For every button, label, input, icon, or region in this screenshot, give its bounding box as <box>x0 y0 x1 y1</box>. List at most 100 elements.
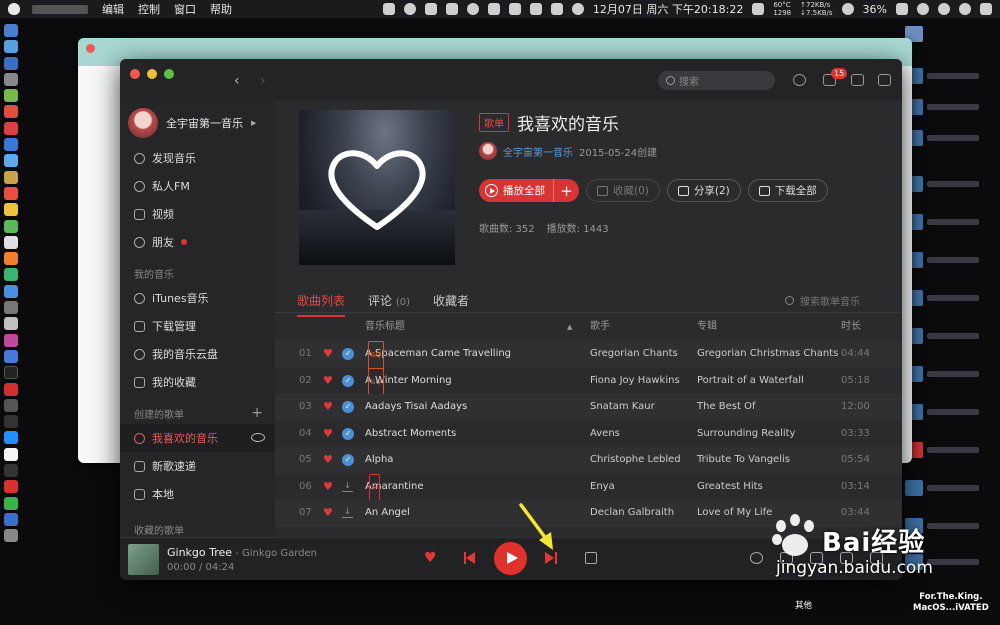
sidebar-item-local[interactable]: 本地 <box>120 480 275 508</box>
share-button[interactable]: 分享(2) <box>666 179 741 202</box>
dock-app-icon[interactable] <box>4 89 18 103</box>
song-artist[interactable]: Snatam Kaur <box>590 394 655 420</box>
liked-heart-icon[interactable]: ♥ <box>323 474 333 500</box>
desktop-item[interactable] <box>905 130 979 146</box>
song-album[interactable]: Portrait of a Waterfall <box>697 368 804 394</box>
dock-app-icon[interactable] <box>4 398 18 412</box>
finder-icon[interactable] <box>4 24 18 37</box>
creator-name-link[interactable]: 全宇宙第一音乐 <box>503 144 573 159</box>
desktop-item[interactable] <box>905 68 979 84</box>
dock-app-icon[interactable] <box>4 138 18 152</box>
sort-arrow-icon[interactable]: ▲ <box>567 314 572 340</box>
header-title[interactable]: 音乐标题 <box>365 314 405 340</box>
status-icon-5[interactable] <box>466 3 479 15</box>
dock-app-icon[interactable] <box>4 40 18 54</box>
liked-heart-icon[interactable]: ♥ <box>323 421 333 447</box>
desktop-item[interactable] <box>905 290 979 306</box>
song-album[interactable]: Tribute To Vangelis <box>697 447 790 473</box>
status-icon-8[interactable] <box>550 3 563 15</box>
like-heart-icon[interactable]: ♥ <box>424 550 437 566</box>
table-row[interactable]: 02 ♥ ✓ A Winter Morning SQ Fiona Joy Hawkins P… <box>275 367 902 396</box>
sidebar-item-downloads[interactable]: 下载管理 <box>120 312 275 340</box>
dock-app-icon[interactable] <box>4 186 18 200</box>
sidebar-item-discover[interactable]: 发现音乐 <box>120 144 275 172</box>
mv-play-icon[interactable]: ▶ <box>369 473 380 502</box>
liked-heart-icon[interactable]: ♥ <box>323 394 333 420</box>
dock-app-icon[interactable] <box>4 284 18 298</box>
sidebar-item-itunes[interactable]: iTunes音乐 <box>120 284 275 312</box>
dock-app-icon[interactable] <box>4 268 18 282</box>
chevron-right-icon[interactable]: ▶ <box>251 119 256 127</box>
sidebar-item-favorites[interactable]: 我的收藏 <box>120 368 275 396</box>
sidebar-item-video[interactable]: 视频 <box>120 200 275 228</box>
status-icon-9[interactable] <box>571 3 584 15</box>
add-playlist-icon[interactable]: + <box>251 405 263 421</box>
song-artist[interactable]: Gregorian Chants <box>590 341 678 367</box>
notification-center-icon[interactable] <box>980 3 992 15</box>
dock-app-icon[interactable] <box>4 464 18 478</box>
menu-control[interactable]: 控制 <box>138 1 160 17</box>
play-all-button[interactable]: 播放全部 <box>479 179 553 202</box>
liked-heart-icon[interactable]: ♥ <box>323 447 333 473</box>
back-arrow-icon[interactable]: ‹ <box>234 73 240 89</box>
dock-app-icon[interactable] <box>4 170 18 184</box>
menu-help[interactable]: 帮助 <box>210 1 232 17</box>
sidebar-item-new-songs[interactable]: 新歌速递 <box>120 452 275 480</box>
music-note-icon[interactable] <box>529 3 542 15</box>
download-icon[interactable]: ↓ <box>342 508 353 518</box>
desktop-item[interactable] <box>905 214 979 230</box>
dock-app-icon[interactable] <box>4 121 18 135</box>
desktop-item[interactable] <box>905 99 979 115</box>
now-playing-cover[interactable] <box>128 544 159 575</box>
creator-avatar[interactable] <box>479 142 497 160</box>
song-artist[interactable]: Christophe Lebled <box>590 447 681 473</box>
dock-app-icon[interactable] <box>4 333 18 347</box>
status-icon-7[interactable] <box>508 3 521 15</box>
menu-window[interactable]: 窗口 <box>174 1 196 17</box>
status-icon-4[interactable] <box>445 3 458 15</box>
desktop-label-game[interactable]: For.The.King. MacOS...iVATED <box>913 592 989 614</box>
table-row[interactable]: 01 ♥ ✓ A Spaceman Came Travelling SQ Gregoria… <box>275 341 902 369</box>
dock-app-icon[interactable] <box>4 415 18 429</box>
search-input[interactable]: 搜索 <box>658 71 775 90</box>
desktop-item[interactable] <box>905 328 979 344</box>
song-artist[interactable]: Declan Galbraith <box>590 500 674 526</box>
previous-track-button[interactable] <box>464 552 476 564</box>
table-row[interactable]: 06 ♥ ↓ Amarantine ▶ Enya Greatest Hits 03:14 <box>275 473 902 502</box>
dock-app-icon[interactable] <box>4 512 18 526</box>
dock-app-icon[interactable] <box>4 154 18 168</box>
share-icon[interactable] <box>585 552 597 564</box>
song-artist[interactable]: Fiona Joy Hawkins <box>590 368 680 394</box>
song-album[interactable]: Greatest Hits <box>697 474 763 500</box>
zoom-button[interactable] <box>164 69 174 79</box>
dock-app-icon[interactable] <box>4 447 18 461</box>
sound-effect-icon[interactable] <box>750 552 763 564</box>
liked-heart-icon[interactable]: ♥ <box>323 500 333 526</box>
table-row[interactable]: 05 ♥ ✓ Alpha Christophe Lebled Tribute To Van… <box>275 447 902 474</box>
user-profile[interactable]: 全宇宙第一音乐 ▶ <box>128 108 256 138</box>
sidebar-item-fm[interactable]: 私人FM <box>120 172 275 200</box>
header-duration[interactable]: 时长 <box>841 314 861 340</box>
song-album[interactable]: Love of My Life <box>697 500 772 526</box>
desktop-item[interactable] <box>905 442 979 458</box>
desktop-item[interactable] <box>905 480 979 496</box>
settings-gear-icon[interactable] <box>793 74 806 86</box>
sidebar-item-cloud[interactable]: 我的音乐云盘 <box>120 340 275 368</box>
apple-icon[interactable] <box>8 3 20 15</box>
star-icon[interactable] <box>959 3 971 15</box>
dock-app-icon[interactable] <box>4 203 18 217</box>
liked-heart-icon[interactable]: ♥ <box>323 341 333 367</box>
clock[interactable]: 12月07日 周六 下午20:18:22 <box>593 1 743 17</box>
username[interactable]: 全宇宙第一音乐 <box>166 115 243 131</box>
dock-app-icon[interactable] <box>4 480 18 494</box>
song-artist[interactable]: Enya <box>590 474 615 500</box>
song-album[interactable]: Surrounding Reality <box>697 421 795 447</box>
status-icon-3[interactable] <box>424 3 437 15</box>
status-icon-10[interactable] <box>752 3 765 15</box>
dock-app-icon[interactable] <box>4 219 18 233</box>
skin-tshirt-icon[interactable] <box>851 74 864 86</box>
minimize-button[interactable] <box>147 69 157 79</box>
song-artist[interactable]: Avens <box>590 421 620 447</box>
status-icon-6[interactable] <box>487 3 500 15</box>
battery-icon[interactable] <box>896 3 908 15</box>
